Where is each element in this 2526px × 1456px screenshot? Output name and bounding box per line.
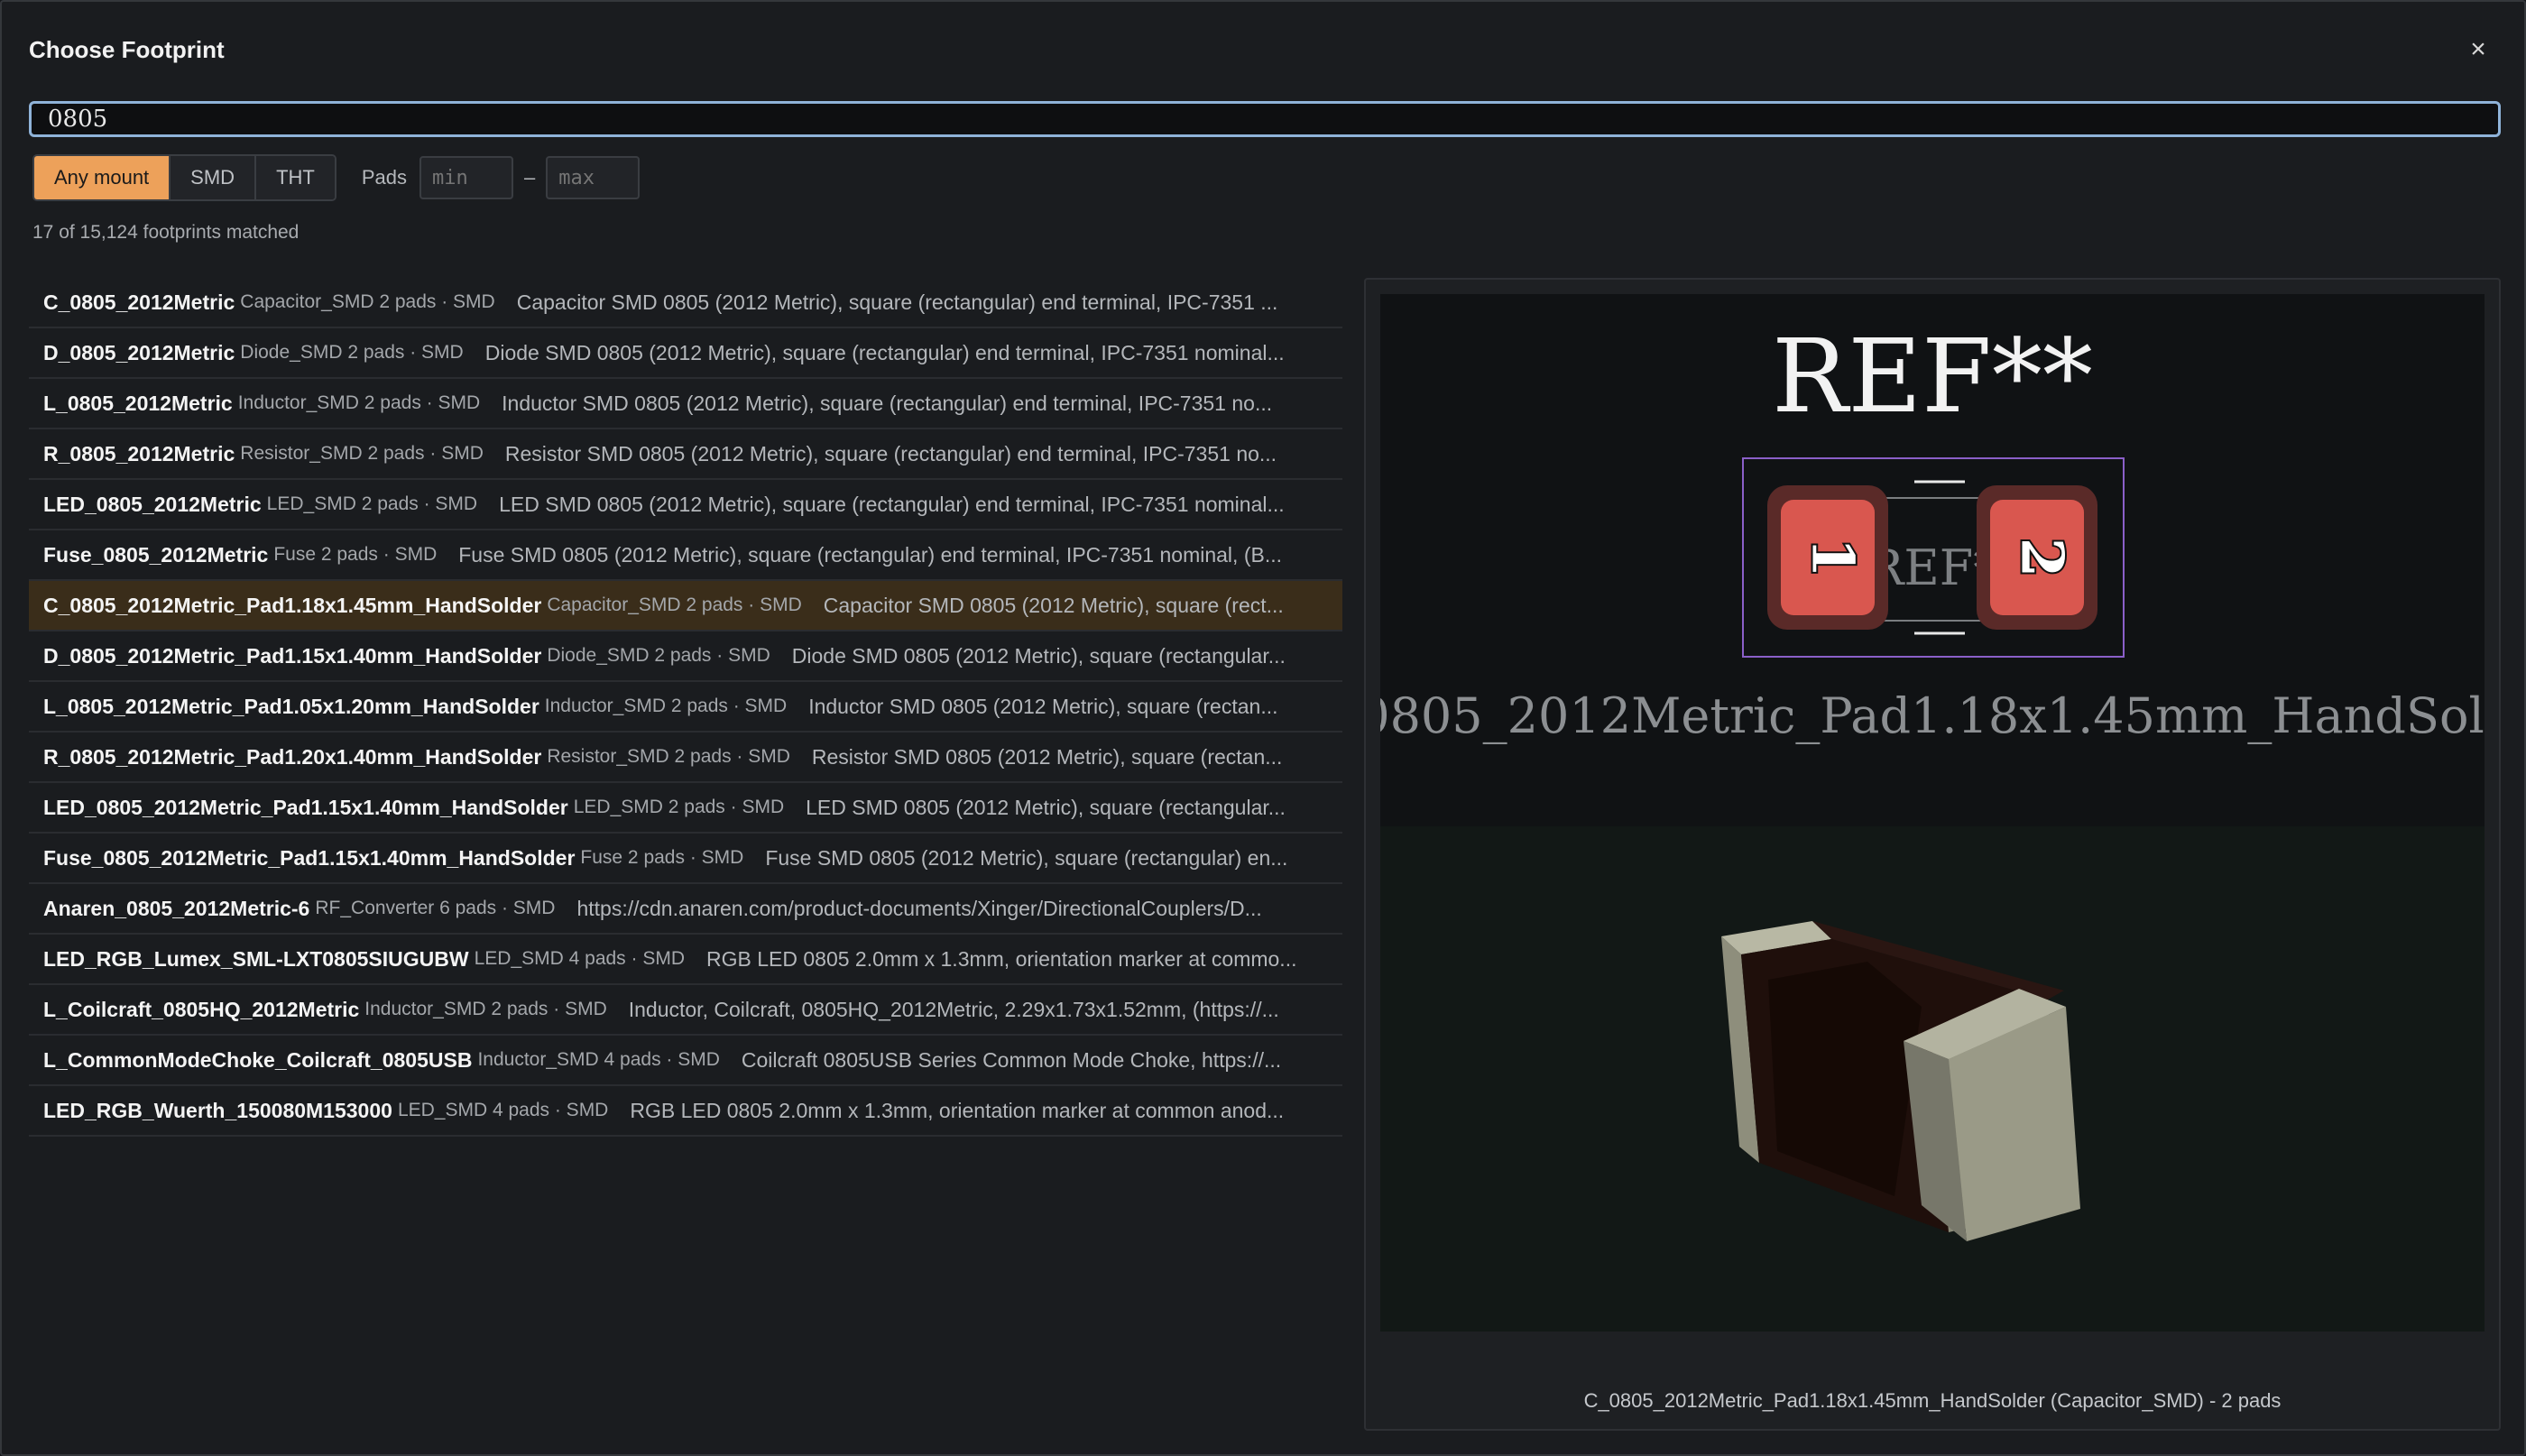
footprint-meta: Inductor_SMD 2 pads · SMD — [544, 696, 788, 716]
mount-smd-button[interactable]: SMD — [171, 156, 257, 199]
close-icon[interactable]: × — [2463, 34, 2494, 65]
footprint-meta: LED_SMD 4 pads · SMD — [397, 1100, 609, 1120]
footprint-name: D_0805_2012Metric_Pad1.15x1.40mm_HandSol… — [43, 643, 542, 668]
footprint-name: Fuse_0805_2012Metric — [43, 542, 269, 567]
footprint-description: Inductor, Coilcraft, 0805HQ_2012Metric, … — [628, 997, 1279, 1021]
search-input[interactable] — [29, 101, 2501, 137]
list-item[interactable]: L_0805_2012Metric_Pad1.05x1.20mm_HandSol… — [29, 682, 1342, 733]
footprint-meta: Fuse 2 pads · SMD — [580, 847, 744, 868]
footprint-name: C_0805_2012Metric — [43, 290, 235, 314]
footprint-name: Anaren_0805_2012Metric-6 — [43, 896, 310, 920]
footprint-description: Diode SMD 0805 (2012 Metric), square (re… — [484, 340, 1285, 364]
range-dash: – — [523, 166, 536, 189]
pads-min-input[interactable] — [419, 156, 513, 199]
footprint-description: Diode SMD 0805 (2012 Metric), square (re… — [791, 643, 1286, 668]
footprint-list: C_0805_2012Metric Capacitor_SMD 2 pads · … — [29, 278, 1342, 1137]
footprint-name: R_0805_2012Metric — [43, 441, 235, 465]
ref-designator-text: REF** — [1772, 318, 2093, 436]
footprint-description: https://cdn.anaren.com/product-documents… — [576, 896, 1262, 920]
list-item[interactable]: LED_0805_2012Metric_Pad1.15x1.40mm_HandS… — [29, 783, 1342, 834]
footprint-description: Fuse SMD 0805 (2012 Metric), square (rec… — [765, 845, 1288, 870]
mount-filter: Any mount SMD THT — [32, 154, 336, 201]
footprint-name: LED_0805_2012Metric — [43, 492, 262, 516]
filter-bar: Any mount SMD THT Pads – — [32, 154, 641, 201]
list-item[interactable]: LED_0805_2012Metric LED_SMD 2 pads · SMD L… — [29, 480, 1342, 530]
footprint-preview: REF** REF* 1 2 C_0805_2012Metric_Pad1.18… — [1297, 294, 2526, 826]
footprint-description: RGB LED 0805 2.0mm x 1.3mm, orientation … — [630, 1098, 1285, 1122]
dialog-title: Choose Footprint — [29, 36, 225, 63]
footprint-meta: Resistor_SMD 2 pads · SMD — [240, 443, 484, 464]
footprint-description: Inductor SMD 0805 (2012 Metric), square … — [808, 694, 1278, 718]
footprint-meta: Diode_SMD 2 pads · SMD — [547, 645, 770, 666]
footprint-name: L_0805_2012Metric_Pad1.05x1.20mm_HandSol… — [43, 694, 539, 718]
mount-any-button[interactable]: Any mount — [34, 156, 171, 199]
pads-max-input[interactable] — [546, 156, 641, 199]
list-item[interactable]: C_0805_2012Metric Capacitor_SMD 2 pads · … — [29, 278, 1342, 328]
footprint-name: R_0805_2012Metric_Pad1.20x1.40mm_HandSol… — [43, 744, 542, 769]
3d-model-preview[interactable] — [1380, 826, 2485, 1332]
footprint-meta: Capacitor_SMD 2 pads · SMD — [547, 594, 802, 615]
value-text: C_0805_2012Metric_Pad1.18x1.45mm_HandSol… — [1380, 687, 2485, 744]
footprint-name: L_Coilcraft_0805HQ_2012Metric — [43, 997, 360, 1021]
footprint-description: LED SMD 0805 (2012 Metric), square (rect… — [806, 795, 1286, 819]
pads-label: Pads — [361, 166, 407, 189]
list-item[interactable]: Anaren_0805_2012Metric-6 RF_Converter 6 p… — [29, 884, 1342, 935]
footprint-name: L_CommonModeChoke_Coilcraft_0805USB — [43, 1047, 473, 1072]
footprint-description: Capacitor SMD 0805 (2012 Metric), square… — [516, 290, 1278, 314]
list-item[interactable]: R_0805_2012Metric Resistor_SMD 2 pads · S… — [29, 429, 1342, 480]
pad-2-label: 2 — [2008, 538, 2076, 578]
footprint-meta: Capacitor_SMD 2 pads · SMD — [240, 291, 495, 312]
pad-1-label: 1 — [1799, 538, 1867, 578]
footprint-name: Fuse_0805_2012Metric_Pad1.15x1.40mm_Hand… — [43, 845, 576, 870]
list-item[interactable]: Fuse_0805_2012Metric_Pad1.15x1.40mm_Hand… — [29, 834, 1342, 884]
footprint-meta: Inductor_SMD 4 pads · SMD — [477, 1049, 720, 1070]
footprint-meta: Diode_SMD 2 pads · SMD — [240, 342, 464, 363]
footprint-name: LED_0805_2012Metric_Pad1.15x1.40mm_HandS… — [43, 795, 568, 819]
footprint-description: RGB LED 0805 2.0mm x 1.3mm, orientation … — [706, 946, 1297, 971]
footprint-name: C_0805_2012Metric_Pad1.18x1.45mm_HandSol… — [43, 593, 542, 617]
list-item[interactable]: C_0805_2012Metric_Pad1.18x1.45mm_HandSol… — [29, 581, 1342, 631]
footprint-meta: Inductor_SMD 2 pads · SMD — [364, 999, 607, 1019]
footprint-description: Coilcraft 0805USB Series Common Mode Cho… — [741, 1047, 1282, 1072]
footprint-meta: RF_Converter 6 pads · SMD — [315, 898, 556, 918]
footprint-meta: LED_SMD 4 pads · SMD — [474, 948, 686, 969]
footprint-description: Fuse SMD 0805 (2012 Metric), square (rec… — [458, 542, 1282, 567]
list-item[interactable]: R_0805_2012Metric_Pad1.20x1.40mm_HandSol… — [29, 733, 1342, 783]
footprint-meta: Resistor_SMD 2 pads · SMD — [547, 746, 790, 767]
footprint-meta: LED_SMD 2 pads · SMD — [573, 797, 785, 817]
footprint-description: LED SMD 0805 (2012 Metric), square (rect… — [499, 492, 1285, 516]
list-item[interactable]: L_0805_2012Metric Inductor_SMD 2 pads · S… — [29, 379, 1342, 429]
footprint-name: L_0805_2012Metric — [43, 391, 233, 415]
list-item[interactable]: L_CommonModeChoke_Coilcraft_0805USB Induc… — [29, 1036, 1342, 1086]
footprint-name: LED_RGB_Wuerth_150080M153000 — [43, 1098, 392, 1122]
list-item[interactable]: D_0805_2012Metric Diode_SMD 2 pads · SMD D… — [29, 328, 1342, 379]
preview-caption: C_0805_2012Metric_Pad1.18x1.45mm_HandSol… — [1583, 1389, 2282, 1412]
footprint-name: D_0805_2012Metric — [43, 340, 235, 364]
preview-panel: REF** REF* 1 2 C_0805_2012Metric_Pad1.18… — [1297, 278, 2526, 1431]
footprint-description: Inductor SMD 0805 (2012 Metric), square … — [502, 391, 1273, 415]
footprint-description: Resistor SMD 0805 (2012 Metric), square … — [504, 441, 1277, 465]
list-item[interactable]: Fuse_0805_2012Metric Fuse 2 pads · SMD Fus… — [29, 530, 1342, 581]
footprint-meta: LED_SMD 2 pads · SMD — [266, 493, 478, 514]
list-item[interactable]: LED_RGB_Wuerth_150080M153000 LED_SMD 4 pa… — [29, 1086, 1342, 1137]
list-item[interactable]: L_Coilcraft_0805HQ_2012Metric Inductor_SM… — [29, 985, 1342, 1036]
match-count: 17 of 15,124 footprints matched — [32, 222, 300, 243]
choose-footprint-dialog: Choose Footprint × Any mount SMD THT Pad… — [0, 0, 2526, 1456]
list-item[interactable]: D_0805_2012Metric_Pad1.15x1.40mm_HandSol… — [29, 631, 1342, 682]
footprint-description: Resistor SMD 0805 (2012 Metric), square … — [811, 744, 1283, 769]
mount-tht-button[interactable]: THT — [256, 156, 335, 199]
footprint-name: LED_RGB_Lumex_SML-LXT0805SIUGUBW — [43, 946, 469, 971]
footprint-meta: Fuse 2 pads · SMD — [273, 544, 438, 565]
footprint-meta: Inductor_SMD 2 pads · SMD — [237, 392, 481, 413]
list-item[interactable]: LED_RGB_Lumex_SML-LXT0805SIUGUBW LED_SMD … — [29, 935, 1342, 985]
footprint-description: Capacitor SMD 0805 (2012 Metric), square… — [823, 593, 1284, 617]
